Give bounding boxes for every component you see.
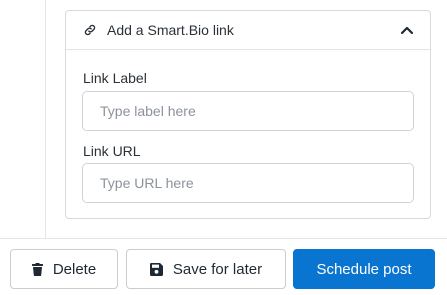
delete-button-label: Delete <box>52 260 97 278</box>
panel-divider <box>45 0 46 238</box>
link-url-label: Link URL <box>83 143 141 159</box>
floppy-disk-icon <box>149 262 163 276</box>
schedule-post-label: Schedule post <box>316 260 412 278</box>
schedule-post-button[interactable]: Schedule post <box>293 249 435 289</box>
delete-button[interactable]: Delete <box>10 249 118 289</box>
post-composer-panel: Add a Smart.Bio link Link Label Link URL… <box>0 0 447 295</box>
link-url-input[interactable] <box>82 163 414 203</box>
chevron-up-icon[interactable] <box>398 21 416 39</box>
trash-icon <box>31 262 43 276</box>
link-label-input[interactable] <box>82 91 414 131</box>
link-label-label: Link Label <box>83 70 147 86</box>
smartbio-link-card-header[interactable]: Add a Smart.Bio link <box>66 11 430 50</box>
smartbio-link-card: Add a Smart.Bio link Link Label Link URL <box>65 10 431 219</box>
footer-divider <box>0 238 447 239</box>
link-icon <box>83 23 97 37</box>
card-title: Add a Smart.Bio link <box>107 22 234 38</box>
save-for-later-button[interactable]: Save for later <box>126 249 286 289</box>
save-for-later-label: Save for later <box>172 260 263 278</box>
